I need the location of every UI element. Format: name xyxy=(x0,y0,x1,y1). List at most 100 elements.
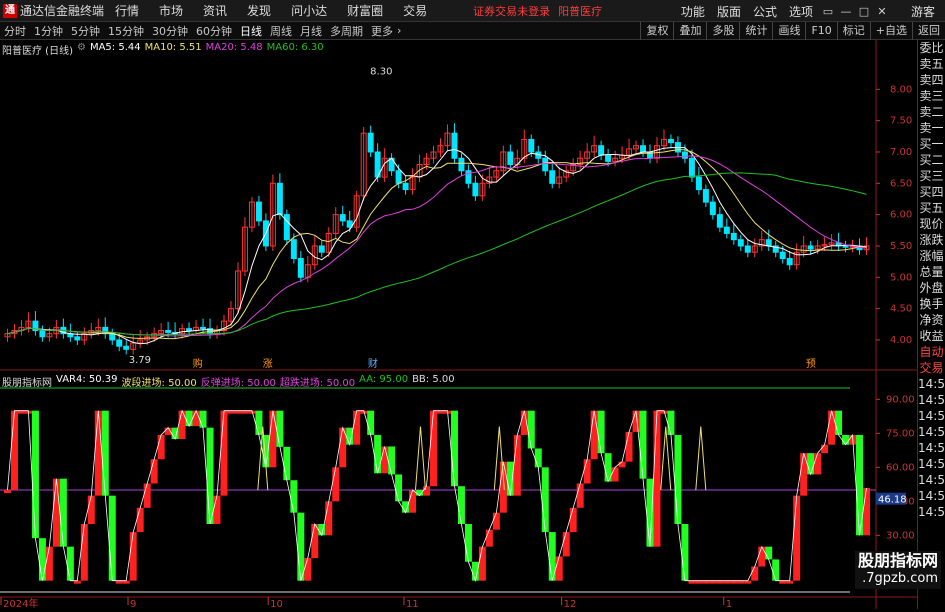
period-monthly[interactable]: 月线 xyxy=(296,23,326,39)
candle-body xyxy=(731,233,736,239)
menu-layout[interactable]: 版面 xyxy=(711,3,747,20)
sidebar-item[interactable]: 14:56 xyxy=(918,488,945,504)
oscillator-bar xyxy=(53,479,60,547)
add-watchlist-button[interactable]: +自选 xyxy=(870,22,912,40)
sidebar-item[interactable]: 涨幅 xyxy=(918,248,945,264)
sidebar-item[interactable]: 换手 xyxy=(918,296,945,312)
low-annotation: 3.79 xyxy=(129,355,151,366)
oscillator-bar xyxy=(283,447,290,480)
sidebar-item[interactable]: 14:56 xyxy=(918,472,945,488)
oscillator-bar xyxy=(430,411,437,487)
price-tick-label: 8.00 xyxy=(890,84,912,95)
app-logo: 通 通达信金融终端 xyxy=(0,2,105,19)
period-60min[interactable]: 60分钟 xyxy=(192,23,236,39)
sidebar-item[interactable]: 净资 xyxy=(918,312,945,328)
sidebar-item[interactable]: 总量 xyxy=(918,264,945,280)
oscillator-bar xyxy=(688,581,695,584)
menu-news[interactable]: 资讯 xyxy=(193,2,237,19)
period-weekly[interactable]: 周线 xyxy=(266,23,296,39)
candle-body xyxy=(187,329,192,331)
menu-function[interactable]: 功能 xyxy=(675,3,711,20)
period-daily[interactable]: 日线 xyxy=(236,23,266,39)
oscillator-bar xyxy=(744,581,751,584)
sidebar-item[interactable]: 买三 xyxy=(918,168,945,184)
sidebar-item[interactable]: 买一 xyxy=(918,136,945,152)
menu-options[interactable]: 选项 xyxy=(783,3,819,20)
adjust-button[interactable]: 复权 xyxy=(640,22,673,40)
ma20-label: MA20: 5.48 xyxy=(206,42,263,57)
price-tick-label: 4.00 xyxy=(890,335,912,346)
period-5min[interactable]: 5分钟 xyxy=(67,23,104,39)
oscillator-bar xyxy=(67,547,74,581)
oscillator-bar xyxy=(144,484,151,508)
stats-button[interactable]: 统计 xyxy=(739,22,772,40)
sidebar-item[interactable]: 自动 xyxy=(918,344,945,360)
stock-period-label: 阳普医疗 (日线) xyxy=(2,42,73,57)
sidebar-item[interactable]: 14:56 xyxy=(918,424,945,440)
oscillator-bar xyxy=(723,581,730,584)
multi-stock-button[interactable]: 多股 xyxy=(706,22,739,40)
sidebar-item[interactable]: 14:56 xyxy=(918,408,945,424)
sidebar-item[interactable]: 卖四 xyxy=(918,72,945,88)
back-button[interactable]: 返回 xyxy=(912,22,945,40)
chart-canvas[interactable]: 8.007.507.006.506.005.505.004.504.0090.0… xyxy=(0,40,917,609)
candle-body xyxy=(340,215,345,221)
sidebar-item[interactable]: 现价 xyxy=(918,216,945,232)
menu-market[interactable]: 市场 xyxy=(149,2,193,19)
chart-area[interactable]: 8.007.507.006.506.005.505.004.504.0090.0… xyxy=(0,40,917,609)
f10-button[interactable]: F10 xyxy=(805,22,836,40)
sidebar-item[interactable]: 交易 xyxy=(918,360,945,376)
chevron-right-icon[interactable]: › xyxy=(397,24,401,37)
sidebar-item[interactable]: 委比 xyxy=(918,40,945,56)
oscillator-bar xyxy=(730,581,737,584)
period-intraday[interactable]: 分时 xyxy=(0,23,30,39)
menu-quotes[interactable]: 行情 xyxy=(105,2,149,19)
sidebar-item[interactable]: 卖二 xyxy=(918,104,945,120)
settings-gear-icon[interactable]: ⚙ xyxy=(77,42,86,57)
sidebar-item[interactable]: 卖五 xyxy=(918,56,945,72)
sidebar-item[interactable]: 买二 xyxy=(918,152,945,168)
sidebar-item[interactable]: 14:56 xyxy=(918,376,945,392)
sidebar-item[interactable]: 收益 xyxy=(918,328,945,344)
guest-label[interactable]: 游客 xyxy=(911,3,935,20)
ma10-label: MA10: 5.51 xyxy=(145,42,202,57)
high-annotation: 8.30 xyxy=(370,67,392,78)
oscillator-bar xyxy=(60,479,67,547)
candle-body xyxy=(75,337,80,340)
oscillator-bar xyxy=(207,428,214,524)
menu-formula[interactable]: 公式 xyxy=(747,3,783,20)
sidebar-item[interactable]: 外盘 xyxy=(918,280,945,296)
watermark-url: .7gpzb.com xyxy=(858,570,938,588)
period-30min[interactable]: 30分钟 xyxy=(148,23,192,39)
close-icon[interactable]: ✕ xyxy=(873,5,891,18)
sidebar-item[interactable]: 14:56 xyxy=(918,504,945,520)
minimize-icon[interactable]: — xyxy=(837,5,855,18)
sidebar-item[interactable]: 14:56 xyxy=(918,456,945,472)
mark-button[interactable]: 标记 xyxy=(837,22,870,40)
period-more[interactable]: 更多 xyxy=(367,23,397,39)
sidebar-item[interactable]: 14:56 xyxy=(918,392,945,408)
sidebar-item[interactable]: 涨跌 xyxy=(918,232,945,248)
overlay-button[interactable]: 叠加 xyxy=(673,22,706,40)
period-multi[interactable]: 多周期 xyxy=(326,23,367,39)
sidebar-item[interactable]: 买五 xyxy=(918,200,945,216)
login-status[interactable]: 证券交易未登录 xyxy=(473,3,550,19)
period-15min[interactable]: 15分钟 xyxy=(104,23,148,39)
menu-trade[interactable]: 交易 xyxy=(393,2,437,19)
maximize-icon[interactable]: □ xyxy=(855,5,873,18)
menu-wealth[interactable]: 财富圈 xyxy=(337,2,393,19)
sidebar-item[interactable]: 买四 xyxy=(918,184,945,200)
menu-ask[interactable]: 问小达 xyxy=(281,2,337,19)
oscillator-bar xyxy=(46,547,53,581)
period-1min[interactable]: 1分钟 xyxy=(30,23,67,39)
sidebar-item[interactable]: 卖三 xyxy=(918,88,945,104)
ma5-label: MA5: 5.44 xyxy=(90,42,141,57)
draw-line-button[interactable]: 画线 xyxy=(772,22,805,40)
indicator-header: 股朋指标网 VAR4: 50.39 波段进场: 50.00 反弹进场: 50.0… xyxy=(2,374,455,389)
sidebar-item[interactable]: 14:56 xyxy=(918,440,945,456)
oscillator-bar xyxy=(346,428,353,445)
restore-icon[interactable]: ▭ xyxy=(819,5,837,18)
menu-discover[interactable]: 发现 xyxy=(237,2,281,19)
sidebar-item[interactable]: 卖一 xyxy=(918,120,945,136)
ma5-line xyxy=(8,148,867,344)
